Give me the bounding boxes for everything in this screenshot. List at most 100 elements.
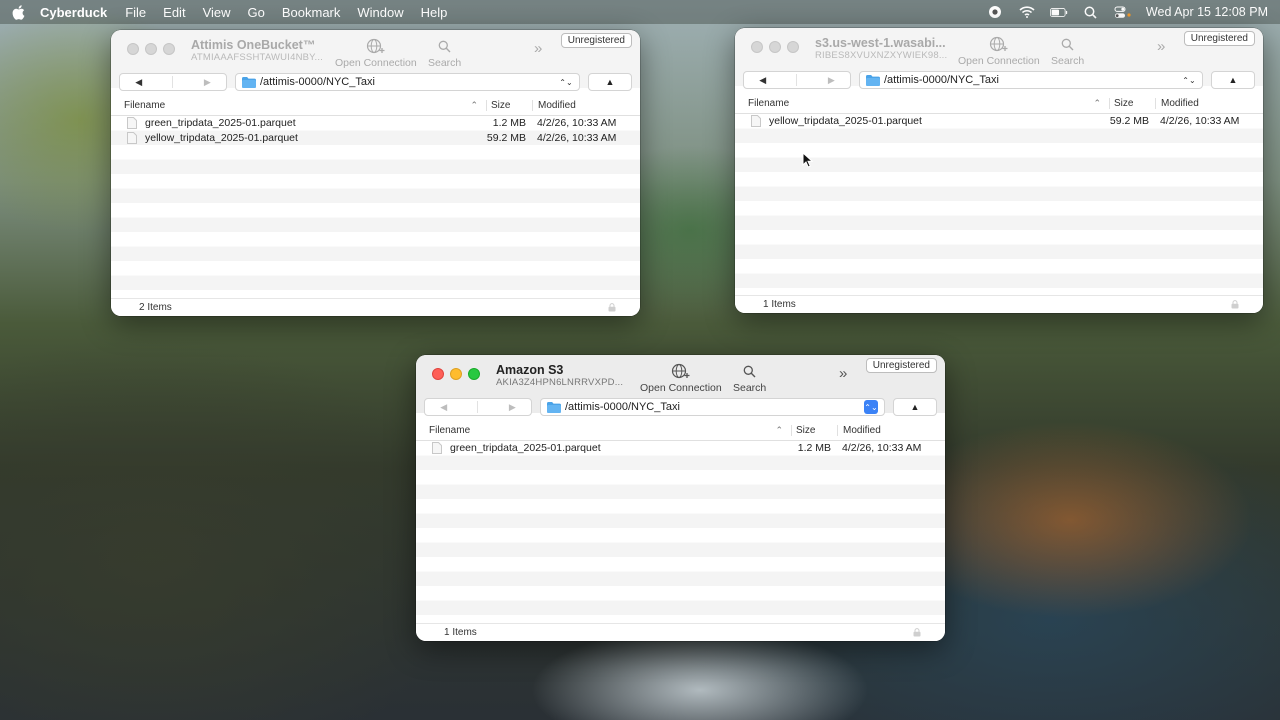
minimize-button[interactable] bbox=[769, 41, 781, 53]
history-navigation: ◀ ▶ bbox=[424, 398, 532, 416]
divider bbox=[796, 74, 798, 86]
filename-header-label: Filename bbox=[124, 100, 166, 111]
item-count: 1 Items bbox=[444, 627, 477, 638]
open-connection-button[interactable]: Open Connection bbox=[335, 37, 417, 69]
close-button[interactable] bbox=[127, 43, 139, 55]
search-button[interactable]: Search bbox=[1051, 35, 1084, 67]
filename-header-label: Filename bbox=[748, 98, 790, 109]
file-name: green_tripdata_2025-01.parquet bbox=[450, 442, 601, 455]
forward-button[interactable]: ▶ bbox=[828, 75, 835, 86]
app-menu[interactable]: Cyberduck bbox=[40, 5, 107, 20]
search-label: Search bbox=[428, 57, 462, 69]
file-list[interactable]: green_tripdata_2025-01.parquet 1.2 MB 4/… bbox=[416, 441, 945, 623]
wifi-icon[interactable] bbox=[1018, 4, 1036, 20]
minimize-button[interactable] bbox=[145, 43, 157, 55]
sort-ascending-icon: ⌃ bbox=[1093, 98, 1101, 108]
open-connection-label: Open Connection bbox=[640, 382, 722, 394]
back-button[interactable]: ◀ bbox=[759, 75, 766, 86]
open-connection-button[interactable]: Open Connection bbox=[958, 35, 1040, 67]
menu-go[interactable]: Go bbox=[248, 5, 265, 20]
unregistered-badge[interactable]: Unregistered bbox=[560, 33, 632, 48]
window-title: Amazon S3 AKIA3Z4HPN6LNRRVXPD... bbox=[496, 363, 631, 388]
battery-icon[interactable] bbox=[1049, 4, 1068, 20]
record-icon[interactable] bbox=[986, 4, 1004, 20]
open-connection-button[interactable]: Open Connection bbox=[640, 362, 722, 394]
menubar-clock[interactable]: Wed Apr 15 12:08 PM bbox=[1146, 5, 1268, 19]
lock-icon[interactable] bbox=[913, 628, 921, 637]
file-name: green_tripdata_2025-01.parquet bbox=[145, 117, 296, 130]
forward-button[interactable]: ▶ bbox=[204, 77, 211, 88]
filename-column-header[interactable]: Filename ⌃ bbox=[111, 100, 486, 111]
size-column-header[interactable]: Size bbox=[791, 425, 837, 436]
modified-column-header[interactable]: Modified bbox=[1155, 98, 1263, 109]
search-label: Search bbox=[1051, 55, 1085, 67]
file-table: Filename ⌃ Size Modified green_tripdata_… bbox=[416, 421, 945, 623]
menu-file[interactable]: File bbox=[125, 5, 146, 20]
file-list[interactable]: green_tripdata_2025-01.parquet 1.2 MB 4/… bbox=[111, 116, 640, 298]
toolbar-overflow-icon[interactable]: » bbox=[1157, 38, 1165, 55]
file-name: yellow_tripdata_2025-01.parquet bbox=[769, 115, 922, 128]
sort-ascending-icon: ⌃ bbox=[775, 425, 783, 435]
item-count: 2 Items bbox=[139, 302, 172, 313]
table-row[interactable]: yellow_tripdata_2025-01.parquet 59.2 MB … bbox=[111, 130, 640, 145]
file-list[interactable]: yellow_tripdata_2025-01.parquet 59.2 MB … bbox=[735, 114, 1263, 295]
apple-menu-icon[interactable] bbox=[12, 4, 26, 20]
minimize-button[interactable] bbox=[450, 368, 462, 380]
search-button[interactable]: Search bbox=[428, 37, 461, 69]
filename-column-header[interactable]: Filename ⌃ bbox=[735, 98, 1109, 109]
folder-icon bbox=[547, 401, 561, 413]
connection-subtitle: AKIA3Z4HPN6LNRRVXPD... bbox=[496, 377, 624, 388]
modified-column-header[interactable]: Modified bbox=[837, 425, 945, 436]
lock-icon[interactable] bbox=[1231, 300, 1239, 309]
window-title: Attimis OneBucket™ ATMIAAAFSSHTAWUI4NBY.… bbox=[191, 38, 326, 63]
close-button[interactable] bbox=[432, 368, 444, 380]
unregistered-badge[interactable]: Unregistered bbox=[865, 358, 937, 373]
globe-plus-icon bbox=[989, 35, 1009, 53]
menu-edit[interactable]: Edit bbox=[163, 5, 185, 20]
zoom-button[interactable] bbox=[163, 43, 175, 55]
connection-title: Attimis OneBucket™ bbox=[191, 38, 316, 52]
browser-window-attimis: Attimis OneBucket™ ATMIAAAFSSHTAWUI4NBY.… bbox=[111, 30, 640, 316]
zoom-button[interactable] bbox=[468, 368, 480, 380]
size-column-header[interactable]: Size bbox=[486, 100, 532, 111]
connection-title: Amazon S3 bbox=[496, 363, 564, 377]
status-bar: 1 Items bbox=[735, 295, 1263, 313]
unregistered-badge[interactable]: Unregistered bbox=[1183, 31, 1255, 46]
file-size: 59.2 MB bbox=[486, 131, 526, 144]
search-button[interactable]: Search bbox=[733, 362, 766, 394]
open-connection-label: Open Connection bbox=[958, 55, 1040, 67]
menu-window[interactable]: Window bbox=[357, 5, 403, 20]
parent-directory-button[interactable]: ▲ bbox=[1211, 71, 1255, 89]
table-row[interactable]: green_tripdata_2025-01.parquet 1.2 MB 4/… bbox=[416, 441, 945, 456]
control-center-icon[interactable] bbox=[1114, 4, 1132, 20]
close-button[interactable] bbox=[751, 41, 763, 53]
parent-directory-button[interactable]: ▲ bbox=[588, 73, 632, 91]
toolbar-overflow-icon[interactable]: » bbox=[839, 365, 847, 382]
table-row[interactable]: green_tripdata_2025-01.parquet 1.2 MB 4/… bbox=[111, 116, 640, 131]
row-stripes bbox=[416, 441, 945, 623]
forward-button[interactable]: ▶ bbox=[509, 402, 516, 413]
modified-column-header[interactable]: Modified bbox=[532, 100, 640, 111]
back-button[interactable]: ◀ bbox=[440, 402, 447, 413]
menu-view[interactable]: View bbox=[203, 5, 231, 20]
table-row[interactable]: yellow_tripdata_2025-01.parquet 59.2 MB … bbox=[735, 114, 1263, 129]
spotlight-search-icon[interactable] bbox=[1082, 4, 1100, 20]
table-header: Filename ⌃ Size Modified bbox=[416, 421, 945, 441]
menu-help[interactable]: Help bbox=[421, 5, 448, 20]
toolbar-overflow-icon[interactable]: » bbox=[534, 40, 542, 57]
path-selector[interactable]: /attimis-0000/NYC_Taxi ⌃⌄ bbox=[859, 71, 1203, 89]
path-selector[interactable]: /attimis-0000/NYC_Taxi ⌃⌄ bbox=[540, 398, 885, 416]
zoom-button[interactable] bbox=[787, 41, 799, 53]
size-column-header[interactable]: Size bbox=[1109, 98, 1155, 109]
menu-bookmark[interactable]: Bookmark bbox=[282, 5, 341, 20]
lock-icon[interactable] bbox=[608, 303, 616, 312]
back-button[interactable]: ◀ bbox=[135, 77, 142, 88]
parent-directory-button[interactable]: ▲ bbox=[893, 398, 937, 416]
chevron-updown-icon: ⌃⌄ bbox=[1182, 75, 1196, 85]
path-selector[interactable]: /attimis-0000/NYC_Taxi ⌃⌄ bbox=[235, 73, 580, 91]
filename-column-header[interactable]: Filename ⌃ bbox=[416, 425, 791, 436]
file-modified: 4/2/26, 10:33 AM bbox=[1160, 115, 1240, 128]
status-bar: 2 Items bbox=[111, 298, 640, 316]
sort-ascending-icon: ⌃ bbox=[470, 100, 478, 110]
globe-plus-icon bbox=[671, 362, 691, 380]
